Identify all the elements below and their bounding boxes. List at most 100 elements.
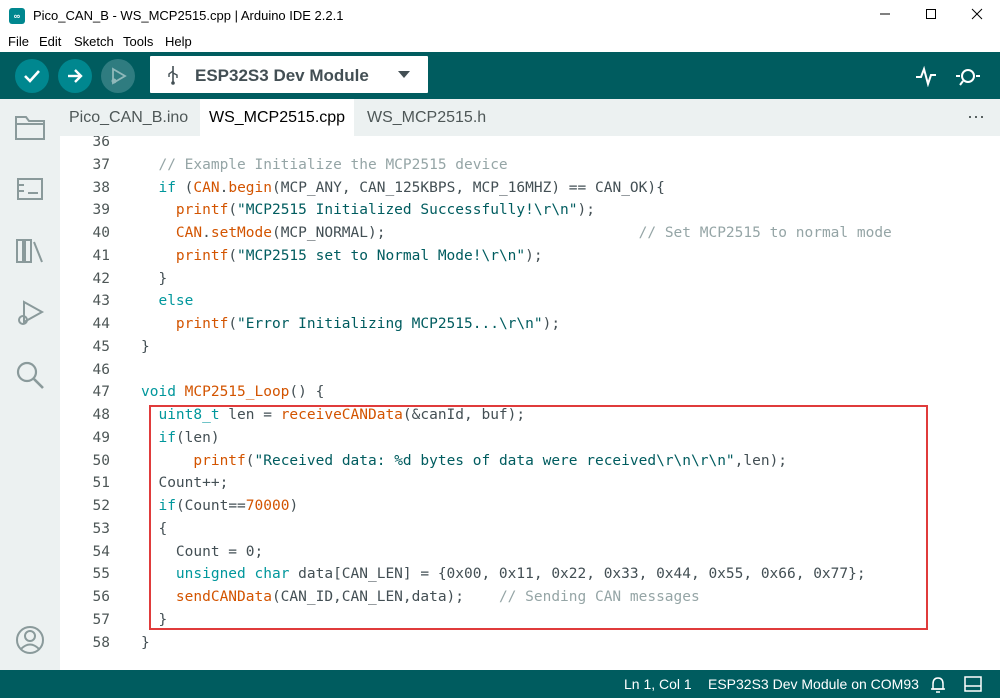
minimize-icon <box>880 13 890 15</box>
line-number: 54 <box>92 543 110 560</box>
line-number: 47 <box>92 384 110 401</box>
code-line[interactable]: 38 if (CAN.begin(MCP_ANY, CAN_125KBPS, M… <box>60 177 1000 200</box>
status-bar: Ln 1, Col 1 ESP32S3 Dev Module on COM93 <box>0 670 1000 698</box>
code-text[interactable]: // Example Initialize the MCP2515 device <box>141 154 507 177</box>
line-number: 38 <box>92 179 110 196</box>
code-line[interactable]: 37 // Example Initialize the MCP2515 dev… <box>60 154 1000 177</box>
serial-monitor-button[interactable] <box>951 59 985 93</box>
code-line[interactable]: 45} <box>60 336 1000 359</box>
line-number: 52 <box>92 498 110 514</box>
notification-bell-icon[interactable] <box>930 676 946 693</box>
code-text[interactable]: } <box>141 336 150 359</box>
debug-bug-icon <box>18 300 45 325</box>
code-text[interactable]: if (CAN.begin(MCP_ANY, CAN_125KBPS, MCP_… <box>141 177 664 200</box>
code-text[interactable]: void MCP2515_Loop() { <box>141 381 324 404</box>
line-number: 37 <box>92 156 110 173</box>
code-line[interactable]: 47 void MCP2515_Loop() { <box>60 381 1000 404</box>
search-button[interactable] <box>12 357 48 393</box>
editor-tabs: Pico_CAN_B.ino WS_MCP2515.cpp WS_MCP2515… <box>60 99 1000 136</box>
line-number: 51 <box>92 475 110 492</box>
code-line[interactable]: 58} <box>60 632 1000 655</box>
cursor-position[interactable]: Ln 1, Col 1 <box>624 676 692 692</box>
close-icon <box>971 8 983 20</box>
account-icon <box>16 626 44 654</box>
code-line[interactable]: 41 printf("MCP2515 set to Normal Mode!\r… <box>60 245 1000 268</box>
tab-ws-mcp2515-h[interactable]: WS_MCP2515.h <box>358 99 495 136</box>
usb-icon <box>168 66 178 85</box>
serial-plotter-button[interactable] <box>909 59 943 93</box>
close-button[interactable] <box>954 0 1000 31</box>
line-number: 44 <box>92 316 110 332</box>
menu-file[interactable]: File <box>8 34 29 49</box>
highlight-annotation-box <box>149 405 928 630</box>
sketchbook-button[interactable] <box>12 109 48 145</box>
board-name: ESP32S3 Dev Module <box>195 66 369 85</box>
code-text[interactable]: printf("MCP2515 Initialized Successfully… <box>141 199 595 222</box>
code-line[interactable]: 43 else <box>60 290 1000 313</box>
code-line[interactable]: 46 <box>60 359 1000 382</box>
line-number: 50 <box>92 452 110 469</box>
maximize-button[interactable] <box>908 0 954 31</box>
code-text[interactable]: } <box>141 632 150 655</box>
search-icon <box>16 361 44 389</box>
debug-icon <box>111 67 127 85</box>
code-text[interactable]: printf("MCP2515 set to Normal Mode!\r\n"… <box>141 245 543 268</box>
library-manager-button[interactable] <box>12 233 48 269</box>
boards-manager-button[interactable] <box>12 171 48 207</box>
upload-button[interactable] <box>58 59 92 93</box>
line-number: 55 <box>92 566 110 583</box>
line-number: 40 <box>92 225 110 241</box>
menu-edit[interactable]: Edit <box>39 34 61 49</box>
line-number: 58 <box>92 634 110 651</box>
line-number: 43 <box>92 293 110 310</box>
board-icon <box>17 178 43 200</box>
menu-help[interactable]: Help <box>165 34 192 49</box>
code-line[interactable]: 36 <box>60 136 1000 154</box>
code-line[interactable]: 44 printf("Error Initializing MCP2515...… <box>60 313 1000 336</box>
window-title: Pico_CAN_B - WS_MCP2515.cpp | Arduino ID… <box>33 8 344 23</box>
code-text[interactable]: printf("Error Initializing MCP2515...\r\… <box>141 313 560 336</box>
debug-panel-button[interactable] <box>12 295 48 331</box>
maximize-icon <box>926 9 936 19</box>
folder-icon <box>15 116 45 140</box>
line-number: 53 <box>92 520 110 537</box>
activity-sidebar <box>0 99 60 670</box>
code-text[interactable]: CAN.setMode(MCP_NORMAL); // Set MCP2515 … <box>141 222 892 245</box>
library-icon <box>16 239 43 263</box>
chevron-down-icon <box>398 71 410 78</box>
line-number: 45 <box>92 338 110 355</box>
more-tabs-button[interactable]: ⋯ <box>967 99 986 136</box>
line-number: 56 <box>92 589 110 605</box>
code-line[interactable]: 40 CAN.setMode(MCP_NORMAL); // Set MCP25… <box>60 222 1000 245</box>
line-number: 41 <box>92 247 110 264</box>
line-number: 46 <box>92 361 110 378</box>
profile-button[interactable] <box>12 622 48 658</box>
arduino-app-icon: ∞ <box>9 8 25 24</box>
serial-monitor-icon <box>956 69 980 86</box>
verify-icon <box>24 70 40 83</box>
board-selector[interactable]: ESP32S3 Dev Module <box>150 56 428 93</box>
serial-plotter-icon <box>916 65 936 87</box>
output-panel-icon[interactable] <box>964 676 982 692</box>
menu-bar: File Edit Sketch Tools Help <box>0 31 1000 52</box>
code-line[interactable]: 42 } <box>60 268 1000 291</box>
line-number: 36 <box>92 136 110 150</box>
title-bar: ∞ Pico_CAN_B - WS_MCP2515.cpp | Arduino … <box>0 0 1000 31</box>
line-number: 57 <box>92 611 110 628</box>
code-text[interactable]: } <box>141 268 167 291</box>
line-number: 49 <box>92 429 110 446</box>
line-number: 39 <box>92 202 110 219</box>
verify-button[interactable] <box>15 59 49 93</box>
menu-tools[interactable]: Tools <box>123 34 153 49</box>
line-number: 42 <box>92 270 110 287</box>
line-number: 48 <box>92 407 110 423</box>
code-line[interactable]: 39 printf("MCP2515 Initialized Successfu… <box>60 199 1000 222</box>
tab-ws-mcp2515-cpp[interactable]: WS_MCP2515.cpp <box>200 99 355 136</box>
code-text[interactable]: else <box>141 290 193 313</box>
debug-button[interactable] <box>101 59 135 93</box>
board-port-status[interactable]: ESP32S3 Dev Module on COM93 <box>708 676 919 692</box>
upload-icon <box>68 69 83 83</box>
tab-pico-can-b-ino[interactable]: Pico_CAN_B.ino <box>60 99 197 136</box>
menu-sketch[interactable]: Sketch <box>74 34 114 49</box>
minimize-button[interactable] <box>862 0 908 31</box>
